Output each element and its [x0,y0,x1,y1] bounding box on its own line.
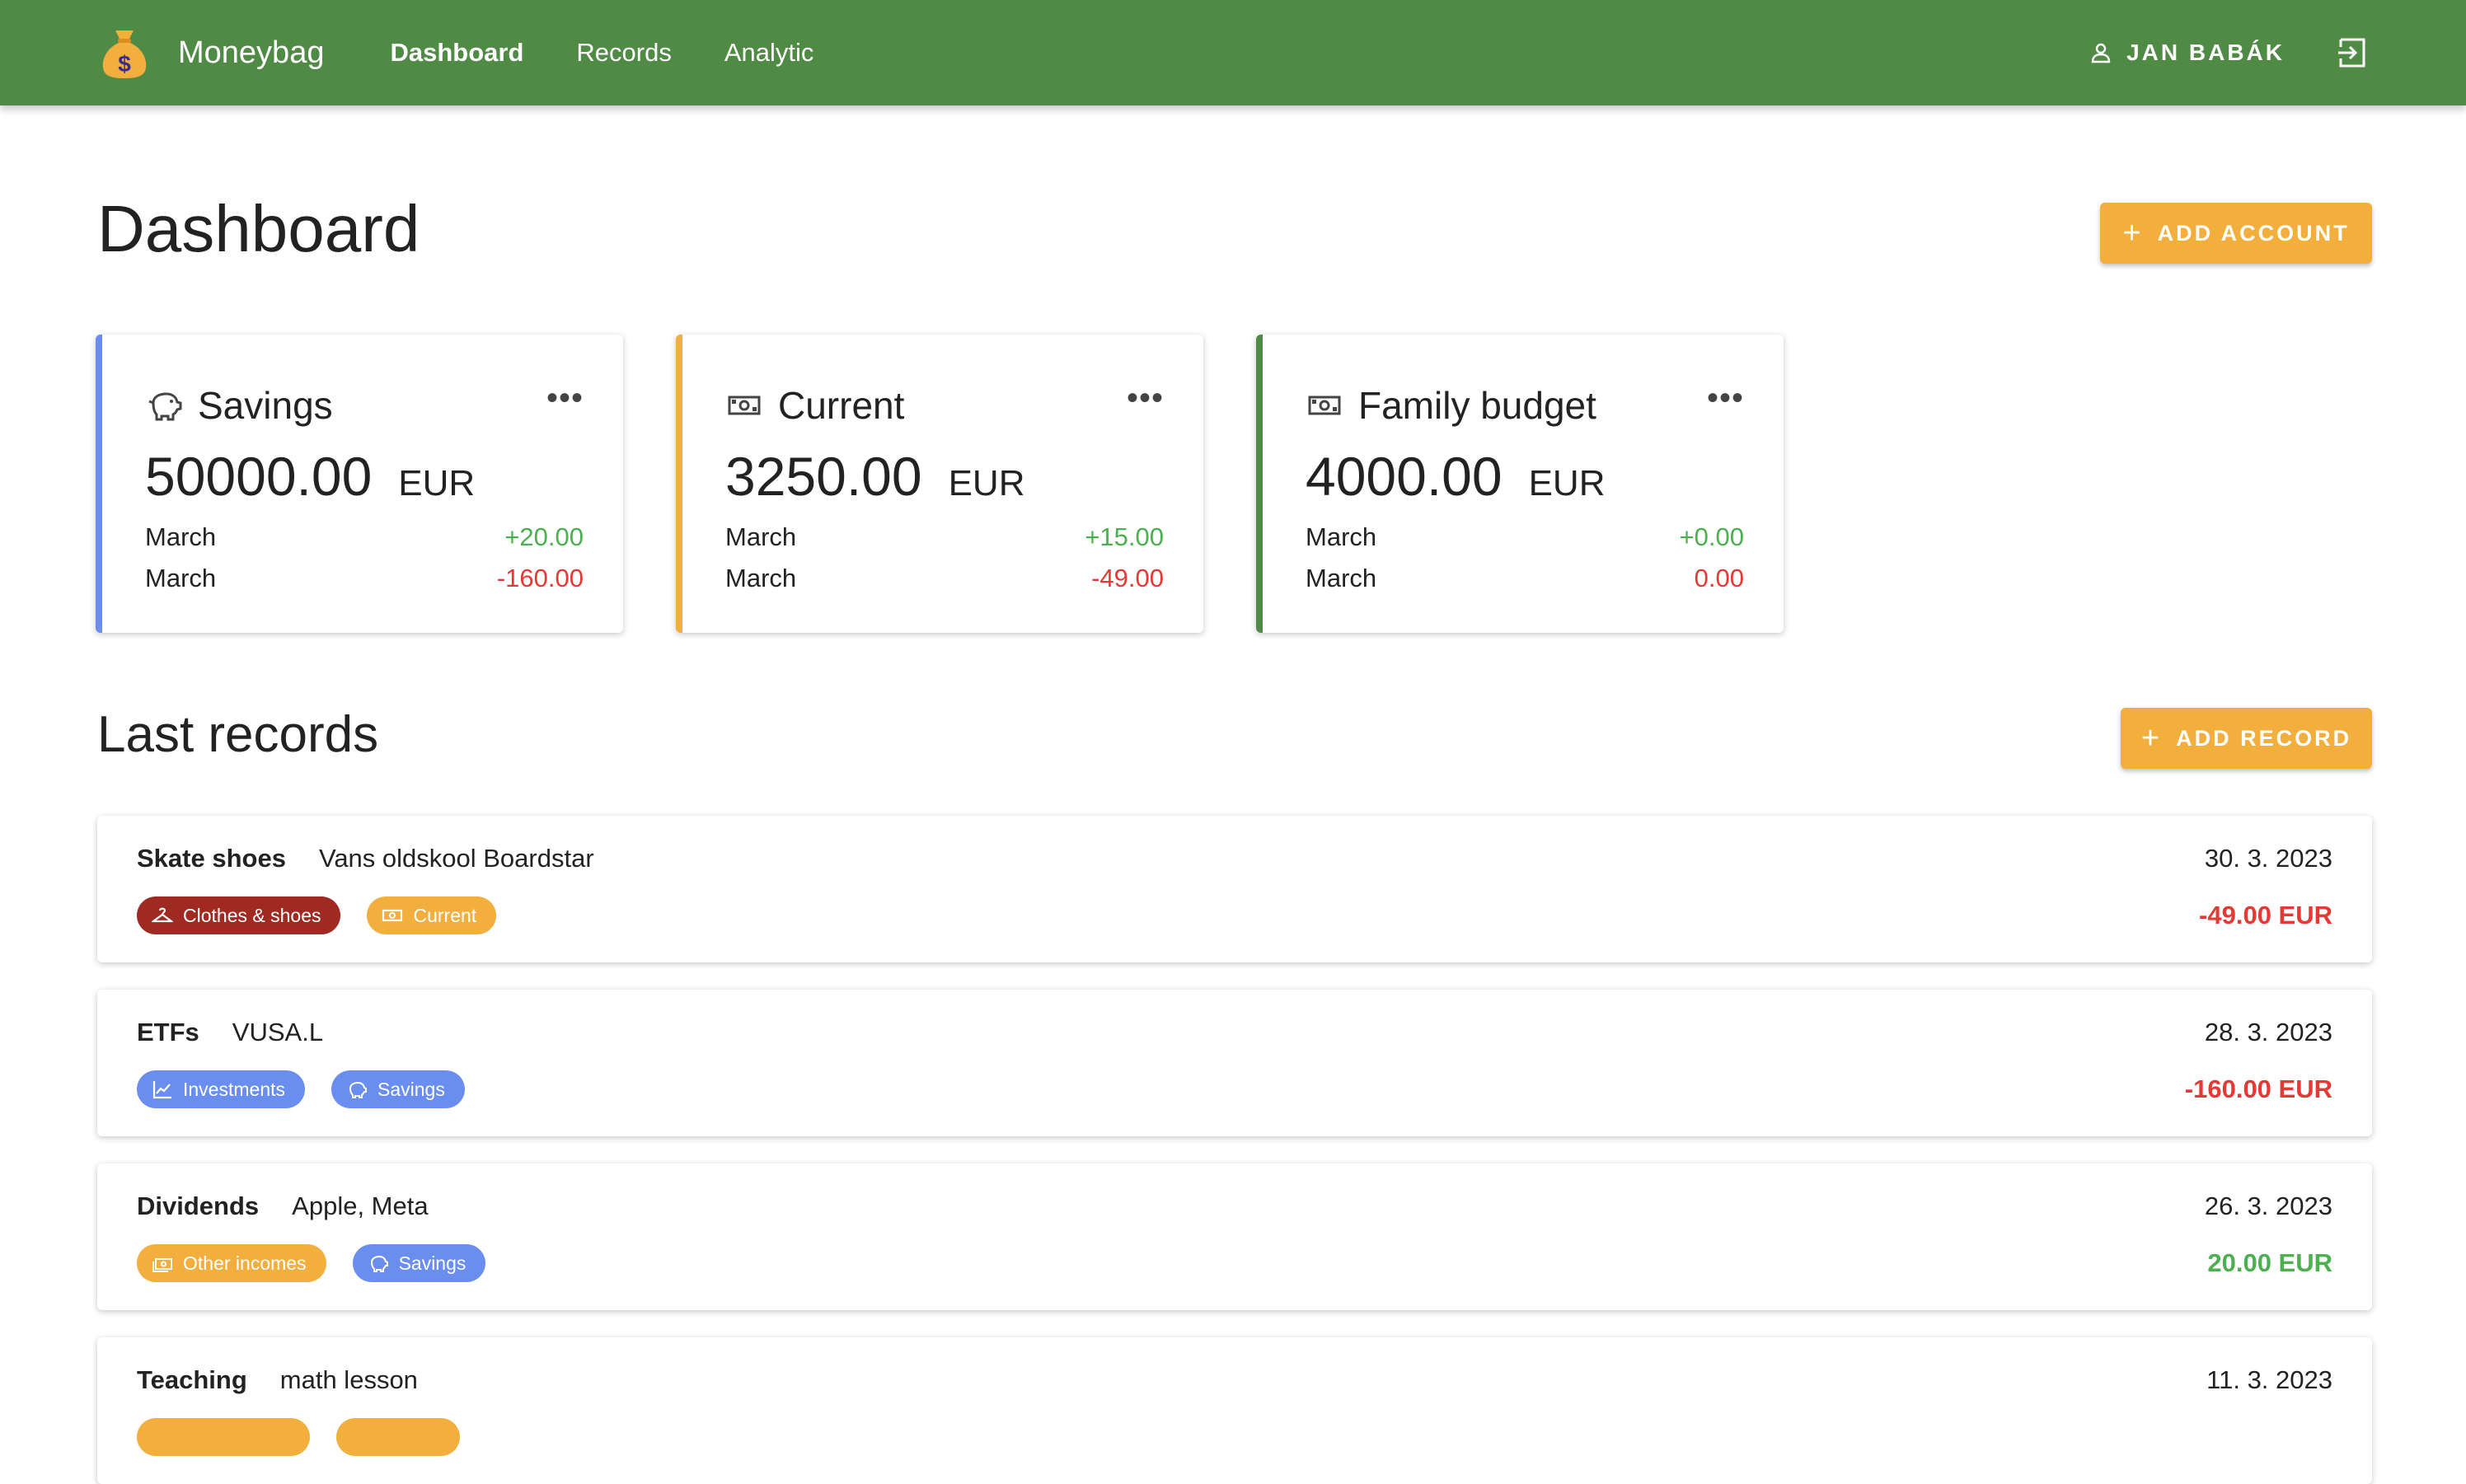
add-account-button[interactable]: + ADD ACCOUNT [2100,203,2372,264]
plus-icon: + [2122,216,2141,250]
chip-label: Investments [183,1078,285,1100]
add-record-button[interactable]: + ADD RECORD [2121,708,2372,769]
expense-value: 0.00 [1694,564,1744,592]
category-chip[interactable]: Investments [137,1070,305,1108]
more-options-icon[interactable]: ••• [1127,382,1164,429]
account-name: Savings [198,384,333,427]
logout-icon[interactable] [2336,36,2369,69]
expense-label: March [145,564,217,592]
piggy-bank-icon [145,386,183,424]
more-options-icon[interactable]: ••• [546,382,584,429]
account-name: Family budget [1358,384,1596,427]
expense-value: -49.00 [1091,564,1164,592]
record-description: VUSA.L [232,1018,324,1046]
account-chip[interactable]: Savings [331,1070,465,1108]
account-chip[interactable]: Savings [352,1244,486,1282]
record-date: 11. 3. 2023 [2206,1365,2332,1394]
record-date: 30. 3. 2023 [2204,844,2332,873]
record-description: Apple, Meta [292,1191,429,1220]
income-label: March [725,522,797,551]
chip-label: Savings [377,1078,445,1100]
account-currency: EUR [398,463,476,503]
banknote-icon [725,386,763,424]
chip-label: Other incomes [183,1252,307,1274]
record-description: math lesson [279,1365,418,1394]
account-card-family-budget[interactable]: Family budget ••• 4000.00 EUR March +0.0… [1256,335,1784,633]
add-record-label: ADD RECORD [2176,725,2352,751]
account-card-savings[interactable]: Savings ••• 50000.00 EUR March +20.00 Ma… [96,335,623,633]
account-balance: 4000.00 [1306,446,1503,507]
account-balance: 3250.00 [725,446,922,507]
income-label: March [145,522,217,551]
record-amount: 20.00 EUR [2207,1248,2332,1277]
expense-label: March [1306,564,1377,592]
income-value: +20.00 [504,522,584,551]
record-date: 28. 3. 2023 [2204,1018,2332,1046]
hanger-icon [152,907,173,923]
expense-value: -160.00 [496,564,584,592]
user-icon [2091,43,2111,63]
account-currency: EUR [948,463,1025,503]
record-title: Dividends [137,1191,260,1220]
cash-icon [152,1258,172,1272]
nav-dashboard[interactable]: Dashboard [390,38,523,68]
more-options-icon[interactable]: ••• [1707,382,1744,429]
record-amount: -160.00 EUR [2184,1074,2332,1103]
account-currency: EUR [1528,463,1606,503]
brand-name[interactable]: Moneybag [178,35,324,71]
nav-analytic[interactable]: Analytic [724,38,814,68]
expense-label: March [725,564,797,592]
record-title: Skate shoes [137,844,286,873]
nav-records[interactable]: Records [576,38,671,68]
record-description: Vans oldskool Boardstar [318,844,594,873]
income-label: March [1306,522,1377,551]
record-row[interactable]: Teaching math lesson 11. 3. 2023 [97,1337,2372,1484]
plus-icon: + [2140,721,2160,756]
record-row[interactable]: Skate shoes Vans oldskool Boardstar 30. … [97,816,2372,962]
piggy-bank-icon [370,1255,388,1272]
record-title: ETFs [137,1018,199,1046]
svg-text:$: $ [118,51,131,77]
record-date: 26. 3. 2023 [2204,1191,2332,1220]
app-bar: $ Moneybag Dashboard Records Analytic JA… [0,0,2466,105]
banknote-icon [382,909,403,922]
chart-line-icon [152,1081,171,1099]
record-amount: -49.00 EUR [2199,901,2332,929]
income-value: +15.00 [1085,522,1164,551]
account-name: Current [778,384,905,427]
record-row[interactable]: Dividends Apple, Meta 26. 3. 2023 Other … [97,1163,2372,1310]
user-menu[interactable]: JAN BABÁK [2090,40,2285,66]
piggy-bank-icon [349,1081,367,1098]
section-title: Last records [97,706,379,763]
account-card-current[interactable]: Current ••• 3250.00 EUR March +15.00 Mar… [676,335,1203,633]
record-title: Teaching [137,1365,247,1394]
banknote-icon [1306,386,1343,424]
add-account-label: ADD ACCOUNT [2157,220,2350,246]
chip-label: Clothes & shoes [183,904,321,926]
chip-label: Savings [398,1252,466,1274]
category-chip[interactable]: Clothes & shoes [137,896,341,934]
account-balance: 50000.00 [145,446,373,507]
page-title: Dashboard [97,192,420,265]
user-name: JAN BABÁK [2126,40,2285,65]
account-chip[interactable]: Current [367,896,497,934]
moneybag-logo-icon[interactable]: $ [97,26,152,80]
category-chip[interactable]: Other incomes [137,1244,326,1282]
income-value: +0.00 [1679,522,1744,551]
record-row[interactable]: ETFs VUSA.L 28. 3. 2023 Investments Savi… [97,990,2372,1136]
chip-label: Current [413,904,477,926]
